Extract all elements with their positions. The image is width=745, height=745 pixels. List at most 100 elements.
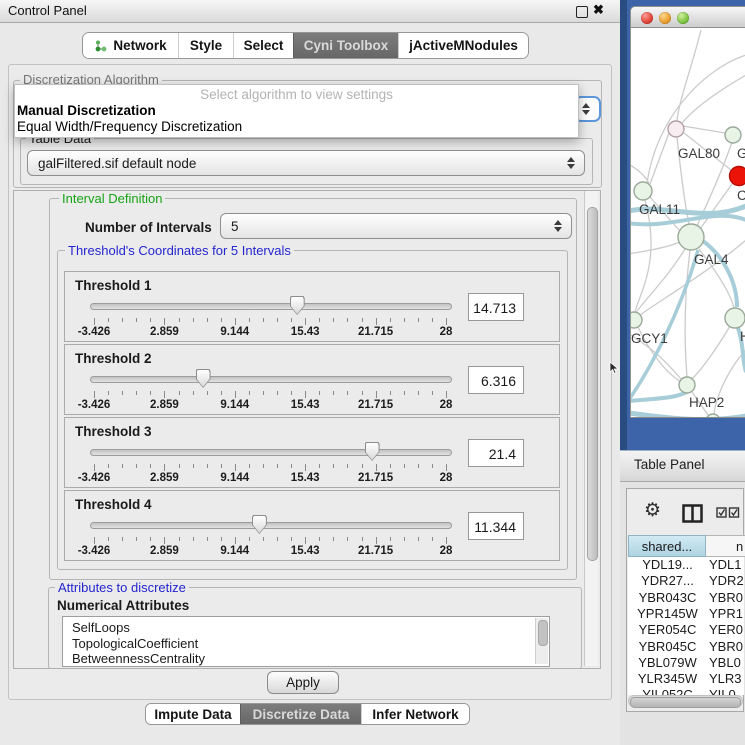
algorithm-hint-option[interactable]: Select algorithm to view settings <box>15 85 578 103</box>
tab-network[interactable]: Network <box>83 33 178 58</box>
slider-track[interactable] <box>90 449 452 456</box>
number-of-intervals-combobox[interactable]: 5 <box>220 213 572 239</box>
attribute-list-item[interactable]: BetweennessCentrality <box>63 651 549 667</box>
network-view-canvas[interactable]: GAL80G.CGAL11GAL4GCY1HHAP2 <box>630 28 745 418</box>
list-scrollbar[interactable] <box>535 618 548 664</box>
slider-tick <box>376 537 377 544</box>
cell-shared-name: YBL079W <box>628 655 707 671</box>
tab-label: Impute Data <box>154 707 231 722</box>
tab-jactivemnodules[interactable]: jActiveMNodules <box>398 33 528 58</box>
minimize-traffic-light-icon[interactable] <box>659 12 671 24</box>
network-node-g[interactable] <box>725 127 741 143</box>
panel-scrollbar-thumb[interactable] <box>587 207 598 561</box>
table-row[interactable]: YBL079WYBL0 <box>628 655 744 671</box>
threshold-value-field[interactable]: 11.344 <box>468 512 524 540</box>
slider-tick <box>305 391 306 398</box>
slider-tick-label: 28 <box>440 326 453 338</box>
slider-tick <box>207 318 208 322</box>
network-edge <box>631 242 680 255</box>
table-row[interactable]: YLR345WYLR3 <box>628 671 744 687</box>
network-node-h[interactable] <box>725 308 745 328</box>
threshold-value-field[interactable]: 14.713 <box>468 293 524 321</box>
gear-icon[interactable]: ⚙ <box>644 501 661 520</box>
network-node-label: GCY1 <box>631 331 668 346</box>
bottom-tab-infer-network[interactable]: Infer Network <box>361 704 469 724</box>
network-edge <box>631 391 689 402</box>
table-row[interactable]: YPR145WYPR1 <box>628 606 744 622</box>
slider-track[interactable] <box>90 303 452 310</box>
interval-definition-label: Interval Definition <box>59 191 165 206</box>
slider-tick-label: 9.144 <box>220 545 249 557</box>
slider-tick <box>193 391 194 395</box>
slider-tick <box>319 537 320 541</box>
float-window-icon[interactable] <box>576 6 588 18</box>
network-edge <box>685 250 690 377</box>
tab-style[interactable]: Style <box>178 33 233 58</box>
network-node-gal4[interactable] <box>678 224 704 250</box>
network-edge <box>647 55 745 183</box>
slider-tick-label: 21.715 <box>358 399 393 411</box>
threshold-value-field[interactable]: 6.316 <box>468 366 524 394</box>
tab-cyni-toolbox[interactable]: Cyni Toolbox <box>293 33 398 58</box>
network-node-gal11[interactable] <box>634 182 652 200</box>
slider-tick <box>221 464 222 468</box>
threshold-label: Threshold 4 <box>75 497 152 512</box>
network-node-c[interactable] <box>730 167 745 186</box>
panel-scrollbar[interactable] <box>584 191 598 666</box>
column-checkboxes-icon[interactable] <box>716 507 740 519</box>
bottom-tab-impute-data[interactable]: Impute Data <box>146 704 240 724</box>
slider-tick-label: 9.144 <box>220 399 249 411</box>
slider-thumb[interactable] <box>252 515 267 534</box>
attribute-list-item[interactable]: SelfLoops <box>63 620 549 636</box>
combo-arrows-icon <box>567 157 575 169</box>
table-row[interactable]: YDR27...YDR2 <box>628 573 744 589</box>
table-row[interactable]: YBR045CYBR0 <box>628 639 744 655</box>
numerical-attributes-list[interactable]: SelfLoopsTopologicalCoefficientBetweenne… <box>62 616 550 667</box>
network-node-label: C <box>737 188 745 203</box>
number-of-intervals-value: 5 <box>231 219 554 234</box>
close-traffic-light-icon[interactable] <box>641 12 653 24</box>
network-edge <box>683 126 725 133</box>
table-row[interactable]: YIL052CYIL0 <box>628 687 744 695</box>
bottom-tab-bar: Impute Data Discretize DataInfer Network <box>145 703 470 725</box>
table-row[interactable]: YDL19...YDL1 <box>628 557 744 573</box>
tab-select[interactable]: Select <box>233 33 293 58</box>
table-hscrollbar[interactable] <box>628 695 743 707</box>
slider-tick <box>277 318 278 322</box>
attribute-list-item[interactable]: TopologicalCoefficient <box>63 636 549 652</box>
table-data-combobox[interactable]: galFiltered.sif default node <box>27 150 585 176</box>
close-icon[interactable]: ✖ <box>593 2 604 18</box>
apply-button[interactable]: Apply <box>267 671 339 694</box>
cell-shared-name: YDR27... <box>628 573 707 589</box>
table-hscrollbar-thumb[interactable] <box>630 697 741 708</box>
slider-thumb[interactable] <box>365 442 380 461</box>
slider-track[interactable] <box>90 376 452 383</box>
network-node-gal80[interactable] <box>668 121 684 137</box>
list-scrollbar-thumb[interactable] <box>538 620 548 646</box>
zoom-traffic-light-icon[interactable] <box>677 12 689 24</box>
combo-arrows-icon <box>554 220 562 232</box>
slider-tick <box>390 464 391 468</box>
slider-tick <box>136 464 137 468</box>
split-table-icon[interactable] <box>682 504 703 523</box>
slider-track[interactable] <box>90 522 452 529</box>
table-row[interactable]: YER054CYER0 <box>628 622 744 638</box>
slider-tick <box>179 464 180 468</box>
table-row[interactable]: YBR043CYBR0 <box>628 590 744 606</box>
table-header-name[interactable]: n <box>706 535 745 557</box>
slider-tick <box>376 464 377 471</box>
slider-thumb[interactable] <box>196 369 211 388</box>
slider-tick <box>319 318 320 322</box>
bottom-tab-discretize-data[interactable]: Discretize Data <box>240 704 361 724</box>
slider-thumb[interactable] <box>290 296 305 315</box>
algorithm-option[interactable]: Equal Width/Frequency Discretization <box>15 119 578 135</box>
algorithm-option[interactable]: Manual Discretization <box>15 103 578 119</box>
threshold-value-field[interactable]: 21.4 <box>468 439 524 467</box>
slider-tick <box>221 391 222 395</box>
network-node-gcy1[interactable] <box>631 312 642 328</box>
network-window-titlebar[interactable] <box>630 6 745 28</box>
slider-tick-label: 15.43 <box>291 326 320 338</box>
slider-tick <box>150 537 151 541</box>
table-header-shared[interactable]: shared... <box>628 535 706 557</box>
network-node-hap2[interactable] <box>679 377 695 393</box>
